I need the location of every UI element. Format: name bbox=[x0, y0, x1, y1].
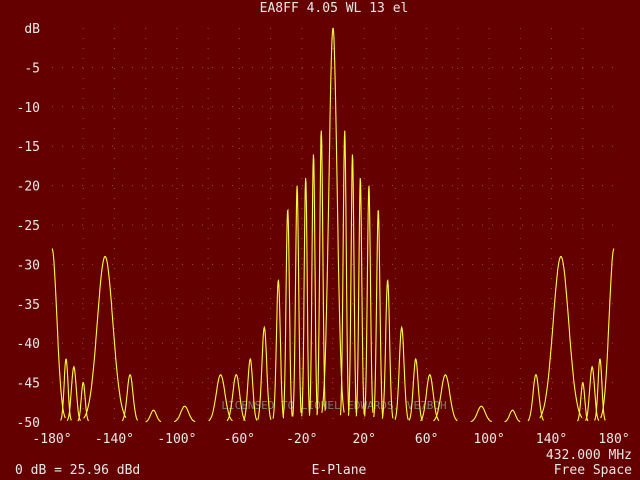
frequency-label: 432.000 MHz bbox=[546, 448, 632, 463]
y-tick-label: -5 bbox=[24, 61, 40, 76]
radiation-pattern-chart: dB -5 -10 -15 -20 -25 -30 -35 -40 -45 -50 -180° -14… bbox=[0, 0, 640, 480]
x-tick-label: 100° bbox=[473, 432, 504, 447]
y-tick-label: -45 bbox=[17, 377, 40, 392]
y-tick-label: -50 bbox=[17, 416, 40, 431]
x-tick-label: -100° bbox=[157, 432, 196, 447]
y-tick-label: -30 bbox=[17, 258, 40, 273]
reference-level-label: 0 dB = 25.96 dBd bbox=[15, 463, 140, 478]
x-tick-label: 140° bbox=[536, 432, 567, 447]
chart-title: EA8FF 4.05 WL 13 el bbox=[260, 1, 409, 16]
x-tick-label: 180° bbox=[598, 432, 629, 447]
y-tick-label: -40 bbox=[17, 337, 40, 352]
x-tick-label: -180° bbox=[32, 432, 71, 447]
y-tick-label: -15 bbox=[17, 140, 40, 155]
y-tick-label: dB bbox=[24, 22, 40, 37]
x-tick-label: 60° bbox=[415, 432, 438, 447]
plane-label: E-Plane bbox=[312, 463, 367, 478]
y-tick-label: -20 bbox=[17, 180, 40, 195]
environment-label: Free Space bbox=[554, 463, 632, 478]
y-tick-label: -10 bbox=[17, 101, 40, 116]
y-tick-label: -25 bbox=[17, 219, 40, 234]
x-tick-label: -140° bbox=[95, 432, 134, 447]
x-tick-label: -60° bbox=[224, 432, 255, 447]
x-tick-label: -20° bbox=[286, 432, 317, 447]
x-tick-label: 20° bbox=[352, 432, 375, 447]
y-tick-label: -35 bbox=[17, 298, 40, 313]
